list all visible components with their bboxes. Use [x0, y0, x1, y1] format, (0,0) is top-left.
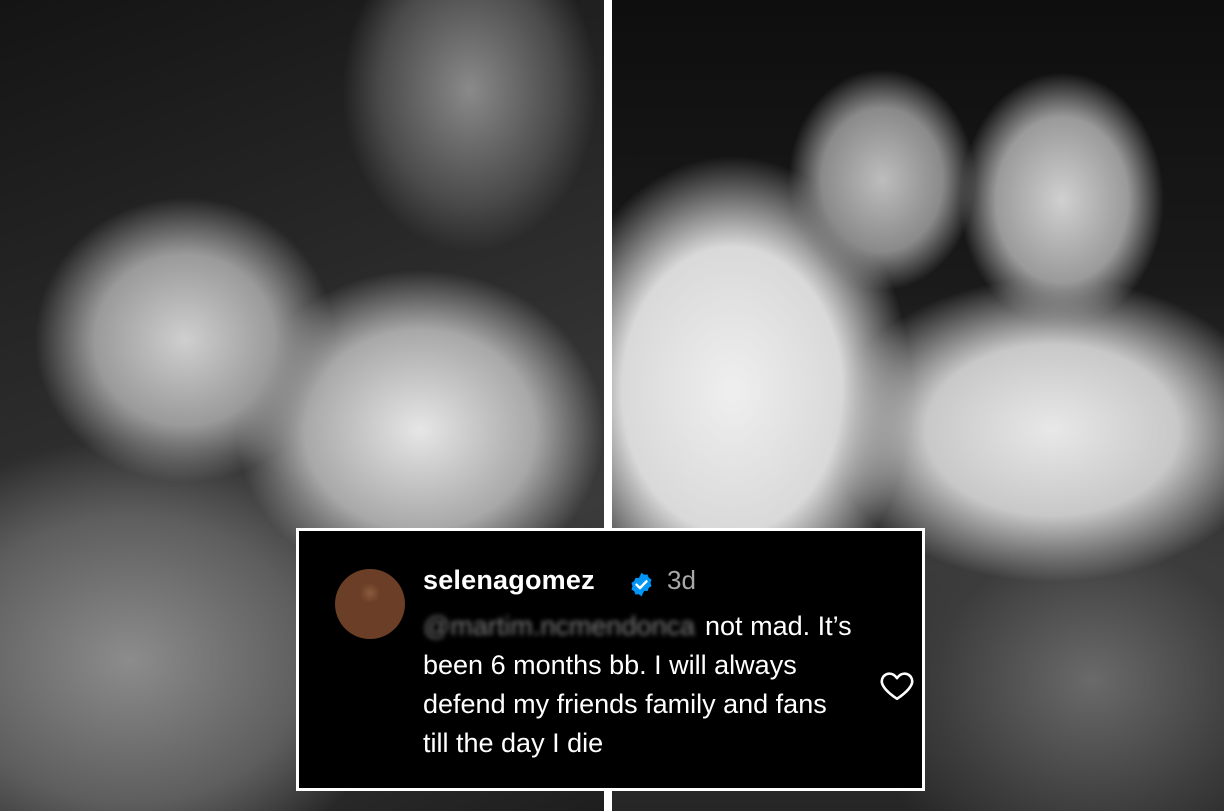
comment-timestamp: 3d [667, 565, 696, 595]
heart-outline-icon[interactable] [879, 669, 915, 701]
comment-text-first: not [705, 611, 743, 641]
comment-text: @martim.ncmendonca not mad. It’s been 6 m… [423, 607, 853, 763]
mention-link[interactable]: @martim.ncmendonca [423, 607, 695, 646]
verified-badge-icon [631, 572, 652, 597]
avatar[interactable] [335, 569, 405, 639]
instagram-comment-card: selenagomez 3d @martim.ncmendonca not mad… [296, 528, 925, 791]
comment-username[interactable]: selenagomez [423, 565, 595, 596]
